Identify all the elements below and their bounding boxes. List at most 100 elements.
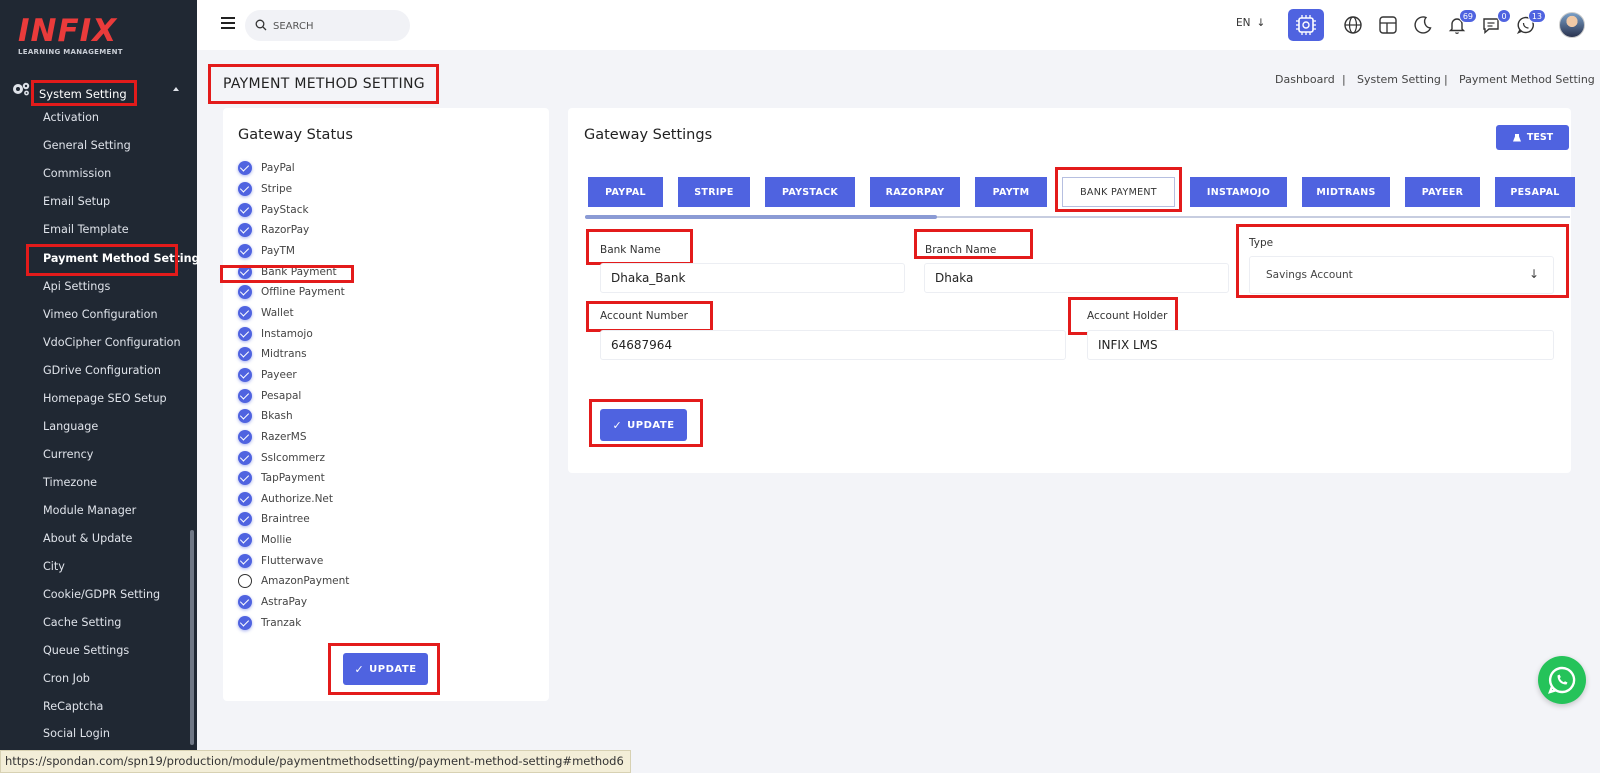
tab-paystack[interactable]: PAYSTACK (765, 177, 855, 207)
checkbox-checked[interactable] (238, 554, 252, 568)
checkbox-checked[interactable] (238, 389, 252, 403)
gateway-status-update-button[interactable]: ✓ UPDATE (343, 653, 428, 685)
sidebar-item-vdocipher-configuration[interactable]: VdoCipher Configuration (43, 336, 181, 349)
search-bar[interactable] (245, 10, 410, 41)
sidebar-item-homepage-seo-setup[interactable]: Homepage SEO Setup (43, 392, 167, 405)
bank-name-input[interactable]: Dhaka_Bank (600, 263, 905, 293)
checkbox-checked[interactable] (238, 492, 252, 506)
tab-pesapal[interactable]: PESAPAL (1495, 177, 1575, 207)
chip-settings-button[interactable] (1288, 9, 1324, 41)
gateway-item-wallet[interactable]: Wallet (238, 303, 294, 323)
account-holder-input[interactable]: INFIX LMS (1087, 330, 1554, 360)
sidebar-item-language[interactable]: Language (43, 420, 98, 433)
gateway-item-offline-payment[interactable]: Offline Payment (238, 282, 345, 302)
search-input[interactable] (273, 17, 403, 35)
sidebar-item-email-setup[interactable]: Email Setup (43, 195, 110, 208)
sidebar-item-queue-settings[interactable]: Queue Settings (43, 644, 129, 657)
checkbox-checked[interactable] (238, 306, 252, 320)
language-selector[interactable]: EN ↓ (1236, 17, 1265, 29)
messages-button[interactable]: 0 (1479, 9, 1511, 37)
checkbox-checked[interactable] (238, 616, 252, 630)
tab-midtrans[interactable]: MIDTRANS (1302, 177, 1390, 207)
gateway-item-braintree[interactable]: Braintree (238, 509, 310, 529)
checkbox-checked[interactable] (238, 285, 252, 299)
sidebar-item-recaptcha[interactable]: ReCaptcha (43, 700, 103, 713)
gateway-item-pesapal[interactable]: Pesapal (238, 386, 301, 406)
breadcrumb-system-setting[interactable]: System Setting (1357, 73, 1441, 86)
tab-payeer[interactable]: PAYEER (1405, 177, 1480, 207)
sidebar-item-activation[interactable]: Activation (43, 111, 99, 124)
sidebar-scrollbar[interactable] (190, 530, 194, 745)
sidebar-item-cookie-gdpr-setting[interactable]: Cookie/GDPR Setting (43, 588, 160, 601)
sidebar-item-social-login[interactable]: Social Login (43, 727, 110, 740)
sidebar-item-general-setting[interactable]: General Setting (43, 139, 131, 152)
sidebar-item-email-template[interactable]: Email Template (43, 223, 129, 236)
tab-razorpay[interactable]: RAZORPAY (870, 177, 960, 207)
gateway-item-authorize-net[interactable]: Authorize.Net (238, 489, 333, 509)
type-select[interactable]: Savings Account ↓ (1249, 256, 1554, 294)
sidebar-item-about-update[interactable]: About & Update (43, 532, 132, 545)
gateway-item-flutterwave[interactable]: Flutterwave (238, 551, 323, 571)
checkbox-checked[interactable] (238, 368, 252, 382)
globe-button[interactable] (1341, 13, 1365, 37)
sidebar-item-gdrive-configuration[interactable]: GDrive Configuration (43, 364, 161, 377)
sidebar-item-cache-setting[interactable]: Cache Setting (43, 616, 121, 629)
gateway-item-sslcommerz[interactable]: Sslcommerz (238, 448, 325, 468)
gateway-item-astrapay[interactable]: AstraPay (238, 592, 307, 612)
tab-stripe[interactable]: STRIPE (678, 177, 750, 207)
chat-button[interactable]: 13 (1514, 9, 1546, 37)
tab-bank-payment[interactable]: BANK PAYMENT (1062, 177, 1175, 207)
account-number-input[interactable]: 64687964 (600, 330, 1066, 360)
sidebar-item-module-manager[interactable]: Module Manager (43, 504, 136, 517)
sidebar-item-vimeo-configuration[interactable]: Vimeo Configuration (43, 308, 158, 321)
checkbox-checked[interactable] (238, 595, 252, 609)
gateway-item-bkash[interactable]: Bkash (238, 406, 293, 426)
checkbox-checked[interactable] (238, 347, 252, 361)
dark-mode-button[interactable] (1411, 13, 1435, 37)
whatsapp-button[interactable] (1538, 656, 1586, 704)
tab-paypal[interactable]: PAYPAL (588, 177, 663, 207)
tab-instamojo[interactable]: INSTAMOJO (1190, 177, 1287, 207)
checkbox-checked[interactable] (238, 327, 252, 341)
branch-name-input[interactable]: Dhaka (924, 263, 1229, 293)
gateway-item-paypal[interactable]: PayPal (238, 158, 295, 178)
gateway-item-razerms[interactable]: RazerMS (238, 427, 307, 447)
sidebar-item-cron-job[interactable]: Cron Job (43, 672, 90, 685)
gateway-item-mollie[interactable]: Mollie (238, 530, 292, 550)
user-avatar[interactable] (1559, 12, 1585, 38)
sidebar-item-city[interactable]: City (43, 560, 65, 573)
checkbox-checked[interactable] (238, 203, 252, 217)
sidebar-item-currency[interactable]: Currency (43, 448, 93, 461)
gateway-item-stripe[interactable]: Stripe (238, 179, 292, 199)
gateway-item-midtrans[interactable]: Midtrans (238, 344, 307, 364)
system-setting-section[interactable]: System Setting (0, 76, 197, 106)
checkbox-unchecked[interactable] (238, 574, 252, 588)
tab-paytm[interactable]: PAYTM (975, 177, 1047, 207)
sidebar-item-timezone[interactable]: Timezone (43, 476, 97, 489)
sidebar-item-commission[interactable]: Commission (43, 167, 111, 180)
hamburger-menu-icon[interactable] (221, 17, 235, 29)
checkbox-checked[interactable] (238, 512, 252, 526)
gateway-item-paytm[interactable]: PayTM (238, 241, 295, 261)
notifications-button[interactable]: 69 (1445, 9, 1477, 37)
checkbox-checked[interactable] (238, 244, 252, 258)
checkbox-checked[interactable] (238, 409, 252, 423)
checkbox-checked[interactable] (238, 182, 252, 196)
gateway-item-amazonpayment[interactable]: AmazonPayment (238, 571, 349, 591)
test-button[interactable]: TEST (1496, 125, 1569, 150)
checkbox-checked[interactable] (238, 451, 252, 465)
checkbox-checked[interactable] (238, 533, 252, 547)
gateway-item-paystack[interactable]: PayStack (238, 200, 309, 220)
gateway-item-razorpay[interactable]: RazorPay (238, 220, 309, 240)
checkbox-checked[interactable] (238, 161, 252, 175)
checkbox-checked[interactable] (238, 223, 252, 237)
gateway-settings-update-button[interactable]: ✓ UPDATE (600, 409, 687, 441)
gateway-item-instamojo[interactable]: Instamojo (238, 324, 313, 344)
breadcrumb-dashboard[interactable]: Dashboard (1275, 73, 1335, 86)
checkbox-checked[interactable] (238, 471, 252, 485)
layout-button[interactable] (1376, 13, 1400, 37)
gateway-item-tappayment[interactable]: TapPayment (238, 468, 325, 488)
sidebar-item-api-settings[interactable]: Api Settings (43, 280, 110, 293)
gateway-item-tranzak[interactable]: Tranzak (238, 613, 301, 633)
logo[interactable]: INFIX LEARNING MANAGEMENT (18, 16, 123, 57)
